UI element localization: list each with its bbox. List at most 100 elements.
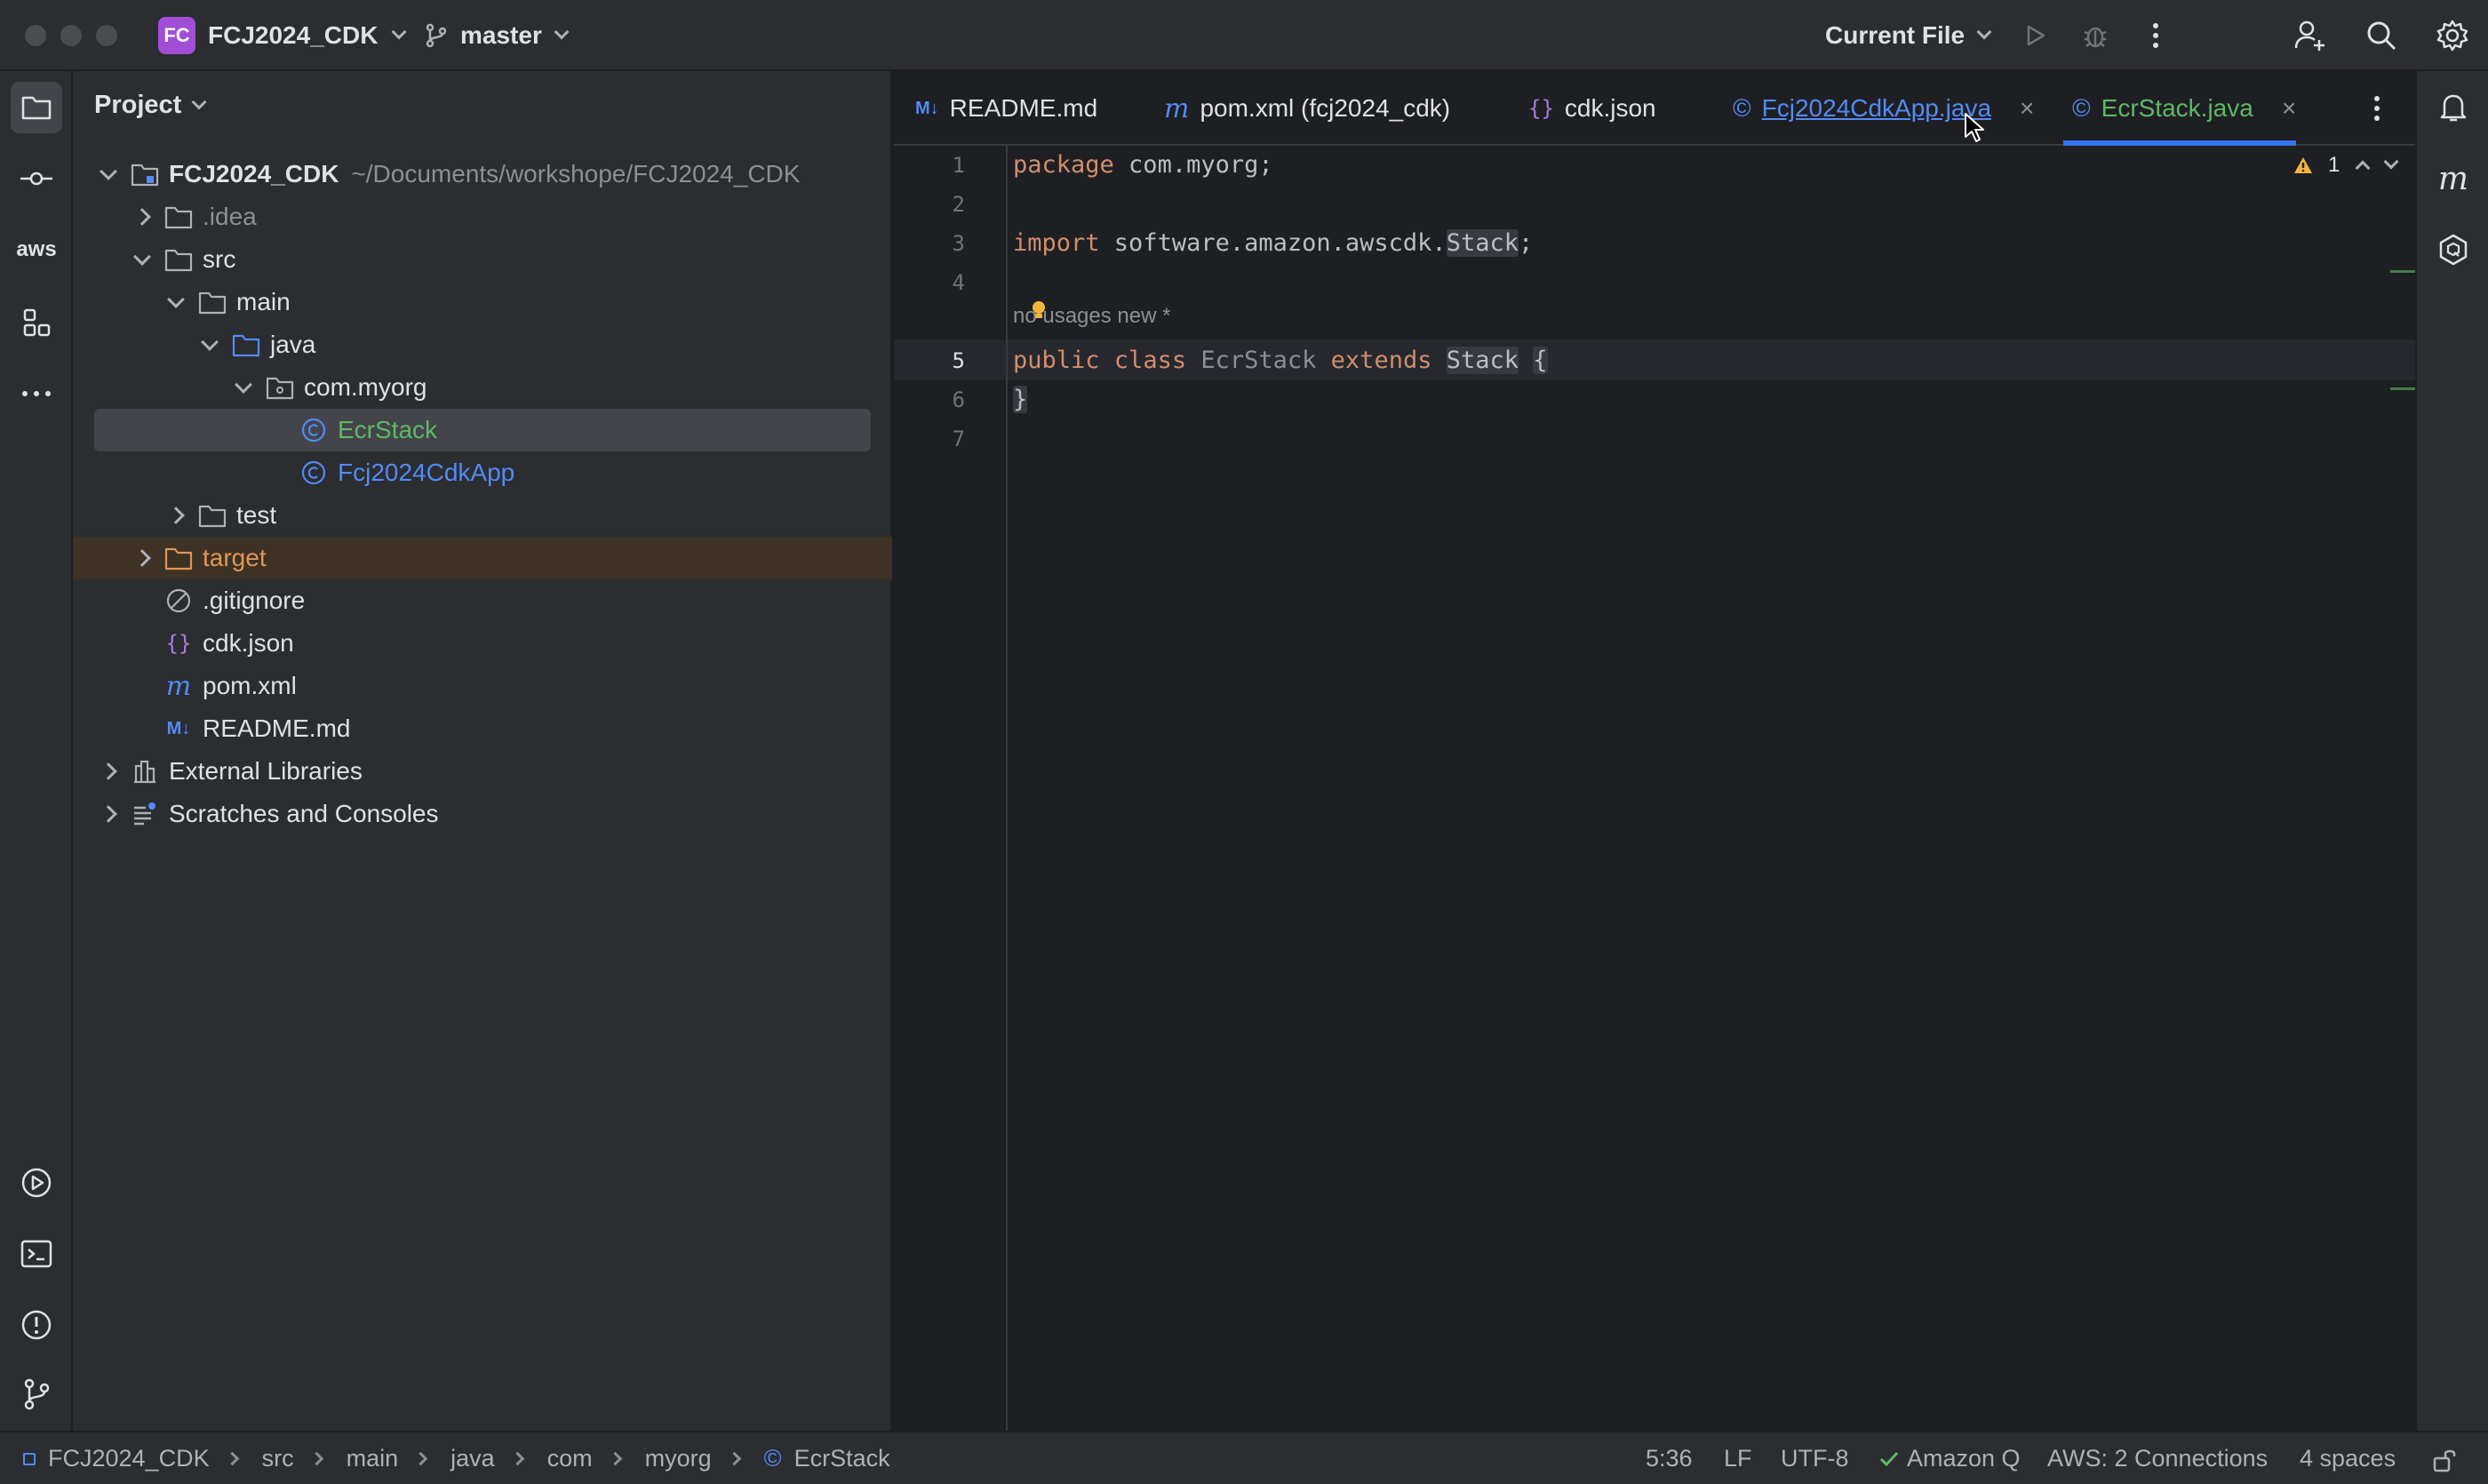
editor-area: M↓ README.md m pom.xml (fcj2024_cdk) {} … — [894, 71, 2415, 1431]
java-class-icon — [299, 417, 329, 443]
project-icon — [21, 96, 52, 120]
chevron-down-icon[interactable] — [96, 162, 121, 187]
run-tool-button[interactable] — [11, 1157, 62, 1209]
tab-label: pom.xml (fcj2024_cdk) — [1200, 94, 1451, 122]
tab-cdk-json[interactable]: {} cdk.json — [1528, 71, 1656, 146]
chevron-up-icon[interactable] — [2355, 160, 2371, 176]
code-line-6[interactable]: } — [1013, 386, 1028, 413]
aws-toolkit-button[interactable]: aws — [11, 224, 62, 275]
add-user-icon[interactable] — [2291, 16, 2330, 55]
project-view-selector[interactable]: Project — [94, 91, 207, 120]
code-line-5[interactable]: public class EcrStack extends Stack { — [1013, 347, 1548, 374]
breadcrumb-item[interactable]: EcrStack — [794, 1445, 890, 1472]
line-separator[interactable]: LF — [1724, 1445, 1752, 1472]
more-tools-button[interactable] — [11, 368, 62, 419]
close-window-button[interactable] — [25, 25, 46, 46]
notifications-button[interactable] — [2428, 82, 2479, 133]
chevron-right-icon — [309, 1451, 323, 1466]
tree-item-label: target — [203, 544, 267, 571]
chevron-down-icon[interactable] — [231, 375, 256, 400]
tree-item-ecrstack[interactable]: EcrStack — [94, 409, 871, 451]
tab-readme[interactable]: M↓ README.md — [915, 71, 1097, 146]
branch-name: master — [460, 21, 542, 49]
git-tool-button[interactable] — [11, 1368, 62, 1420]
tree-item-gitignore[interactable]: .gitignore — [73, 579, 892, 622]
tree-item-src[interactable]: src — [73, 238, 892, 281]
indent-setting[interactable]: 4 spaces — [2300, 1445, 2396, 1472]
run-configuration-selector[interactable]: Current File — [1825, 16, 1992, 55]
tab-ecrstack-java[interactable]: © EcrStack.java × — [2062, 71, 2297, 146]
tree-item-cdk-json[interactable]: {} cdk.json — [73, 622, 892, 665]
tab-label: cdk.json — [1564, 94, 1656, 122]
branch-switcher[interactable]: master — [423, 16, 570, 55]
amazon-q-tool-button[interactable] — [2428, 224, 2479, 275]
breadcrumb-item[interactable]: myorg — [645, 1445, 712, 1472]
tree-item-main[interactable]: main — [73, 281, 892, 323]
tree-item-fcj2024cdkapp[interactable]: Fcj2024CdkApp — [73, 451, 892, 494]
cursor-position[interactable]: 5:36 — [1646, 1445, 1693, 1472]
tree-item-idea[interactable]: .idea — [73, 195, 892, 238]
search-icon[interactable] — [2362, 16, 2401, 55]
module-icon — [23, 1452, 36, 1465]
tree-item-java[interactable]: java — [73, 323, 892, 366]
run-icon[interactable] — [2015, 16, 2054, 55]
project-panel-title: Project — [94, 91, 182, 119]
chevron-right-icon[interactable] — [163, 503, 188, 528]
zoom-window-button[interactable] — [96, 25, 117, 46]
tree-item-package[interactable]: com.myorg — [73, 366, 892, 409]
lock-icon[interactable] — [2431, 1447, 2458, 1473]
close-icon[interactable]: × — [2282, 94, 2296, 123]
aws-connections[interactable]: AWS: 2 Connections — [2047, 1445, 2268, 1472]
code-line-3[interactable]: import software.amazon.awscdk.Stack; — [1013, 229, 1533, 257]
tab-label: Fcj2024CdkApp.java — [1761, 94, 1992, 122]
commit-tool-button[interactable] — [11, 153, 62, 204]
commit-icon — [20, 172, 52, 186]
chevron-right-icon[interactable] — [130, 204, 155, 229]
project-badge: FC — [158, 17, 195, 54]
tree-item-pom-xml[interactable]: m pom.xml — [73, 665, 892, 707]
tree-item-label: main — [236, 288, 291, 315]
breadcrumb-item[interactable]: main — [347, 1445, 399, 1472]
breadcrumb-item[interactable]: java — [451, 1445, 495, 1472]
file-encoding[interactable]: UTF-8 — [1781, 1445, 1849, 1472]
tab-options-button[interactable] — [2372, 71, 2381, 146]
title-bar: FC FCJ2024_CDK master Current File — [0, 0, 2488, 71]
line-number: 3 — [952, 231, 965, 256]
chevron-down-icon[interactable] — [2383, 154, 2399, 170]
lightbulb-icon[interactable] — [1031, 300, 1047, 320]
maven-tool-button[interactable]: m — [2428, 153, 2479, 204]
problems-tool-button[interactable] — [11, 1299, 62, 1351]
chevron-right-icon[interactable] — [130, 546, 155, 570]
tree-item-readme[interactable]: M↓ README.md — [73, 707, 892, 750]
breadcrumb-item[interactable]: FCJ2024_CDK — [48, 1445, 210, 1472]
settings-icon[interactable] — [2433, 16, 2472, 55]
breadcrumb-item[interactable]: src — [262, 1445, 294, 1472]
project-switcher[interactable]: FC FCJ2024_CDK — [158, 16, 407, 55]
tree-item-external-libraries[interactable]: External Libraries — [73, 750, 892, 793]
tree-item-label: java — [270, 331, 316, 358]
project-tool-button[interactable] — [11, 82, 62, 133]
more-icon[interactable] — [2136, 16, 2175, 55]
tree-item-test[interactable]: test — [73, 494, 892, 537]
breadcrumb-item[interactable]: com — [547, 1445, 593, 1472]
tab-pom-xml[interactable]: m pom.xml (fcj2024_cdk) — [1164, 71, 1450, 146]
chevron-down-icon[interactable] — [130, 247, 155, 272]
chevron-right-icon[interactable] — [96, 759, 121, 784]
amazon-q-status[interactable]: Amazon Q — [1878, 1445, 2021, 1472]
chevron-down-icon[interactable] — [163, 290, 188, 315]
source-folder-icon — [231, 331, 261, 358]
tree-item-label: test — [236, 501, 277, 529]
tree-item-target[interactable]: target — [73, 537, 892, 579]
tree-item-scratches[interactable]: Scratches and Consoles — [73, 793, 892, 835]
code-line-1[interactable]: package com.myorg; — [1013, 151, 1273, 179]
inspection-widget[interactable]: 1 — [2293, 153, 2399, 178]
tab-fcj2024cdkapp-java[interactable]: © Fcj2024CdkApp.java × — [1733, 71, 2034, 146]
tree-item-project-root[interactable]: FCJ2024_CDK ~/Documents/workshope/FCJ202… — [73, 153, 892, 195]
minimize-window-button[interactable] — [60, 25, 82, 46]
debug-icon[interactable] — [2076, 16, 2115, 55]
close-icon[interactable]: × — [2020, 94, 2034, 123]
chevron-right-icon[interactable] — [96, 802, 121, 826]
chevron-down-icon[interactable] — [197, 332, 222, 357]
structure-tool-button[interactable] — [11, 297, 62, 348]
terminal-tool-button[interactable] — [11, 1228, 62, 1280]
